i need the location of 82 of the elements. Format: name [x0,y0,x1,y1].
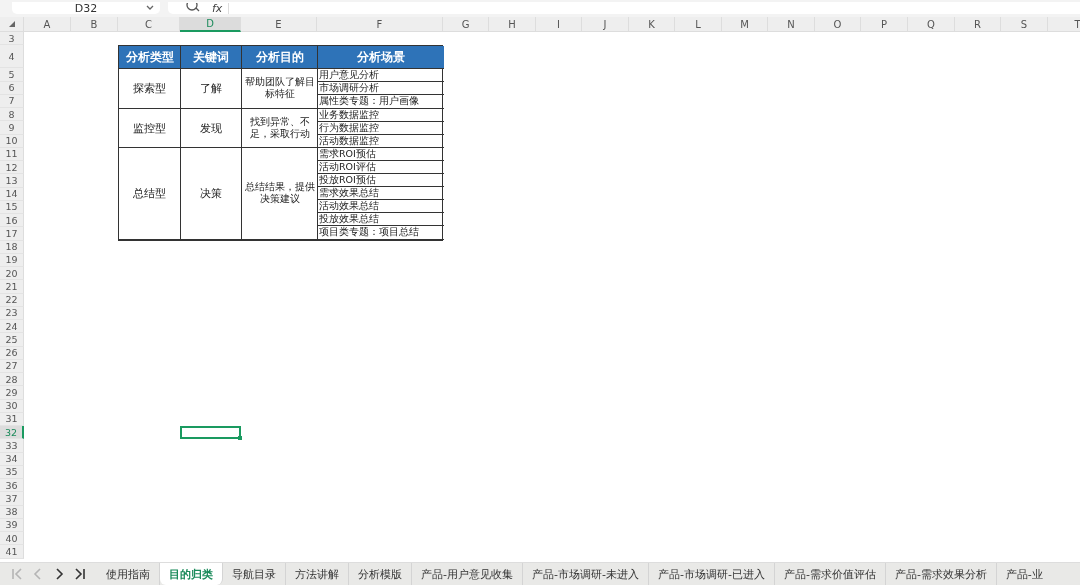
row-header[interactable]: 16 [0,214,24,228]
sheet-tab[interactable]: 产品-业 [996,563,1052,585]
row-header[interactable]: 28 [0,373,24,387]
table-cell-text: 属性类专题：用户画像 [318,95,420,108]
table-header-cell: 关键词 [181,46,242,70]
row-header[interactable]: 17 [0,227,24,241]
row-header[interactable]: 25 [0,333,24,347]
column-header[interactable]: H [489,17,536,32]
last-sheet-icon[interactable] [73,567,87,581]
row-header[interactable]: 21 [0,280,24,294]
formula-bar[interactable]: fx [168,2,1080,14]
table-cell: 业务数据监控 [318,108,444,122]
row-header[interactable]: 9 [0,121,24,135]
sheet-tab[interactable]: 方法讲解 [286,563,349,585]
sheet-tab[interactable]: 产品-市场调研-未进入 [523,563,649,585]
column-header[interactable]: E [241,17,317,32]
table-cell: 市场调研分析 [318,82,444,96]
row-header[interactable]: 24 [0,320,24,334]
row-header[interactable]: 40 [0,532,24,546]
sheet-tab[interactable]: 目的归类 [160,563,223,585]
table-cell: 投放效果总结 [318,213,444,227]
column-header[interactable]: R [955,17,1001,32]
table-cell: 用户意见分析 [318,69,444,83]
table-cell: 发现 [181,108,242,148]
table-cell: 活动效果总结 [318,200,444,214]
column-header[interactable]: N [768,17,815,32]
column-header[interactable]: K [629,17,675,32]
sheet-tab[interactable]: 导航目录 [223,563,286,585]
table-cell: 行为数据监控 [318,121,444,135]
sheet-tab[interactable]: 分析模版 [349,563,412,585]
column-header[interactable]: M [722,17,768,32]
cell-cursor [180,426,241,440]
column-header[interactable]: C [118,17,180,32]
column-header[interactable]: A [24,17,71,32]
column-header[interactable]: L [675,17,722,32]
row-header[interactable]: 13 [0,174,24,188]
row-header[interactable]: 20 [0,267,24,281]
sheet-tab[interactable]: 产品-市场调研-已进入 [648,563,775,585]
row-header[interactable]: 4 [0,45,24,69]
table-cell-text: 活动数据监控 [318,134,380,147]
row-header[interactable]: 36 [0,479,24,493]
column-header[interactable]: Q [908,17,955,32]
column-header[interactable]: F [317,17,443,32]
table-cell-text: 项目类专题：项目总结 [318,226,420,239]
row-header[interactable]: 5 [0,68,24,82]
table-header-cell: 分析场景 [318,46,444,70]
table-cell: 投放ROI预估 [318,174,444,188]
table-cell: 探索型 [119,69,181,109]
column-header[interactable]: T [1048,17,1080,32]
row-header[interactable]: 37 [0,492,24,506]
table-cell: 监控型 [119,108,181,148]
column-header[interactable]: B [71,17,118,32]
search-icon [186,3,200,13]
table-header-cell: 分析目的 [242,46,318,70]
select-all-icon[interactable] [8,21,15,27]
table-cell: 需求效果总结 [318,187,444,201]
table-cell: 决策 [181,147,242,240]
table-cell: 帮助团队了解目标特征 [242,69,318,109]
column-header[interactable]: I [536,17,582,32]
sheet-tab[interactable]: 产品-需求价值评估 [774,563,886,585]
table-header-cell: 分析类型 [119,46,181,70]
name-box[interactable]: D32 [12,2,160,14]
sheet-tab[interactable]: 产品-用户意见收集 [412,563,523,585]
row-header[interactable]: 41 [0,545,24,559]
table-cell: 找到异常、不足，采取行动 [242,108,318,148]
row-header[interactable]: 29 [0,386,24,400]
column-header[interactable]: J [582,17,629,32]
table-cell: 了解 [181,69,242,109]
row-header[interactable]: 3 [0,32,24,46]
row-header[interactable]: 12 [0,161,24,175]
column-header[interactable]: G [443,17,489,32]
table-cell: 总结结果，提供决策建议 [242,147,318,240]
row-header[interactable]: 33 [0,439,24,453]
table-cell: 总结型 [119,147,181,240]
row-header[interactable]: 8 [0,108,24,122]
caret-icon [146,5,154,11]
column-header[interactable]: O [815,17,861,32]
sheet-tab[interactable]: 产品-需求效果分析 [885,563,997,585]
table-cell: 需求ROI预估 [318,147,444,161]
table-cell: 活动ROI评估 [318,160,444,174]
column-header[interactable]: S [1001,17,1048,32]
column-header[interactable]: P [861,17,908,32]
